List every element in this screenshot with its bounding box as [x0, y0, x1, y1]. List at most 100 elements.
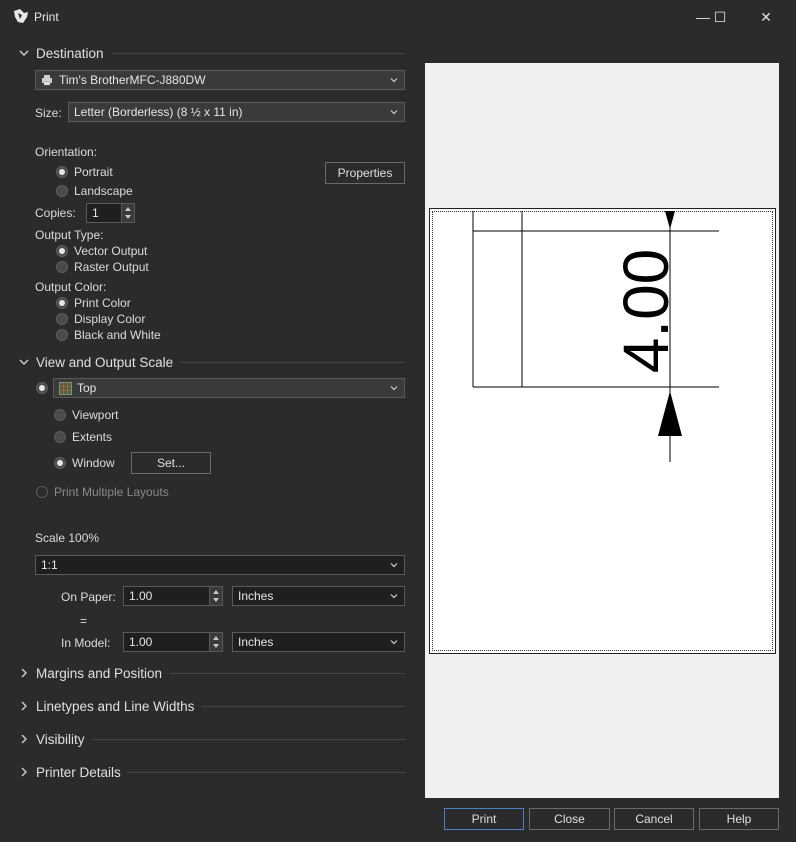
- black-white-label: Black and White: [74, 328, 161, 342]
- chevron-down-icon: [19, 359, 29, 365]
- in-model-spin-buttons[interactable]: [209, 633, 222, 651]
- chevron-right-icon: [21, 767, 27, 777]
- margins-header-label: Margins and Position: [36, 665, 163, 681]
- linetypes-section-header[interactable]: Linetypes and Line Widths: [18, 697, 194, 715]
- printer-name: Tim's BrotherMFC-J880DW: [59, 73, 206, 87]
- grid-view-icon: [59, 381, 72, 395]
- visibility-section-header[interactable]: Visibility: [18, 730, 85, 748]
- printer-details-header-label: Printer Details: [36, 764, 121, 780]
- close-button[interactable]: Close: [529, 808, 610, 830]
- on-paper-units: Inches: [238, 589, 274, 603]
- in-model-value: 1.00: [129, 635, 153, 649]
- close-window-button[interactable]: ✕: [743, 4, 789, 30]
- chevron-right-icon: [21, 668, 27, 678]
- window-title: Print: [34, 10, 59, 24]
- destination-header-label: Destination: [36, 45, 104, 61]
- display-color-label: Display Color: [74, 312, 146, 326]
- vector-output-label: Vector Output: [74, 244, 148, 258]
- on-paper-value: 1.00: [129, 589, 153, 603]
- raster-output-radio[interactable]: [56, 261, 68, 273]
- section-divider: [127, 772, 405, 773]
- in-model-units-dropdown[interactable]: Inches: [232, 632, 405, 652]
- vector-output-radio[interactable]: [56, 245, 68, 257]
- on-paper-spin-buttons[interactable]: [209, 587, 222, 605]
- raster-output-label: Raster Output: [74, 260, 149, 274]
- close-icon: ✕: [760, 8, 772, 25]
- dimension-text: 4.00: [610, 249, 682, 374]
- print-color-label: Print Color: [74, 296, 131, 310]
- output-color-label: Output Color:: [35, 280, 107, 294]
- chevron-down-icon: [390, 640, 398, 645]
- display-color-radio[interactable]: [56, 313, 68, 325]
- section-divider: [170, 673, 405, 674]
- printer-dropdown[interactable]: Tim's BrotherMFC-J880DW: [35, 70, 405, 90]
- rhino-app-icon: [14, 9, 28, 23]
- set-window-button[interactable]: Set...: [131, 452, 211, 474]
- section-divider: [112, 53, 405, 54]
- view-scale-section-header[interactable]: View and Output Scale: [18, 353, 173, 371]
- view-value: Top: [77, 381, 97, 395]
- print-multiple-label: Print Multiple Layouts: [54, 485, 169, 499]
- printer-details-section-header[interactable]: Printer Details: [18, 763, 121, 781]
- size-label: Size:: [35, 106, 62, 120]
- landscape-radio[interactable]: [56, 185, 68, 197]
- chevron-down-icon: [390, 594, 398, 599]
- paper-size-value: Letter (Borderless) (8 ½ x 11 in): [74, 105, 243, 119]
- copies-label: Copies:: [35, 206, 76, 220]
- chevron-right-icon: [21, 701, 27, 711]
- viewport-radio[interactable]: [54, 409, 66, 421]
- print-color-radio[interactable]: [56, 297, 68, 309]
- on-paper-stepper[interactable]: 1.00: [123, 586, 223, 606]
- chevron-down-icon: [390, 386, 398, 391]
- chevron-right-icon: [21, 734, 27, 744]
- view-scale-header-label: View and Output Scale: [36, 354, 174, 370]
- black-white-radio[interactable]: [56, 329, 68, 341]
- view-dropdown[interactable]: Top: [53, 378, 405, 398]
- properties-button[interactable]: Properties: [325, 162, 405, 184]
- chevron-down-icon: [19, 50, 29, 56]
- copies-value: 1: [92, 206, 99, 220]
- in-model-units: Inches: [238, 635, 274, 649]
- on-paper-units-dropdown[interactable]: Inches: [232, 586, 405, 606]
- paper-size-dropdown[interactable]: Letter (Borderless) (8 ½ x 11 in): [68, 102, 405, 122]
- copies-spin-buttons[interactable]: [121, 204, 134, 222]
- window-label: Window: [72, 456, 115, 470]
- section-divider: [92, 739, 405, 740]
- extents-radio[interactable]: [54, 431, 66, 443]
- in-model-stepper[interactable]: 1.00: [123, 632, 223, 652]
- preview-drawing: 4.00: [472, 211, 719, 462]
- title-bar: Print — ☐ ✕: [0, 0, 796, 34]
- chevron-down-icon: [390, 563, 398, 568]
- viewport-label: Viewport: [72, 408, 119, 422]
- window-radio[interactable]: [54, 457, 66, 469]
- print-multiple-radio[interactable]: [36, 486, 48, 498]
- maximize-icon: ☐: [713, 8, 727, 25]
- scale-label: Scale 100%: [35, 531, 100, 545]
- in-model-label: In Model:: [61, 636, 111, 650]
- output-type-label: Output Type:: [35, 228, 104, 242]
- on-paper-label: On Paper:: [61, 590, 116, 604]
- section-divider: [202, 706, 405, 707]
- portrait-radio[interactable]: [56, 166, 68, 178]
- landscape-label: Landscape: [74, 184, 133, 198]
- linetypes-header-label: Linetypes and Line Widths: [36, 698, 195, 714]
- orientation-label: Orientation:: [35, 145, 98, 159]
- view-radio[interactable]: [36, 382, 48, 394]
- maximize-button[interactable]: ☐: [697, 4, 743, 30]
- printer-icon: [42, 75, 52, 86]
- scale-value: 1:1: [41, 558, 58, 572]
- print-button[interactable]: Print: [444, 808, 524, 830]
- destination-section-header[interactable]: Destination: [18, 44, 104, 62]
- scale-dropdown[interactable]: 1:1: [35, 555, 405, 575]
- cancel-button[interactable]: Cancel: [614, 808, 694, 830]
- help-button[interactable]: Help: [699, 808, 779, 830]
- chevron-down-icon: [390, 78, 398, 83]
- section-divider: [180, 362, 405, 363]
- chevron-down-icon: [390, 110, 398, 115]
- equals-sign: =: [80, 614, 88, 628]
- copies-stepper[interactable]: 1: [86, 203, 135, 223]
- margins-section-header[interactable]: Margins and Position: [18, 664, 162, 682]
- visibility-header-label: Visibility: [36, 731, 85, 747]
- extents-label: Extents: [72, 430, 113, 444]
- portrait-label: Portrait: [74, 165, 113, 179]
